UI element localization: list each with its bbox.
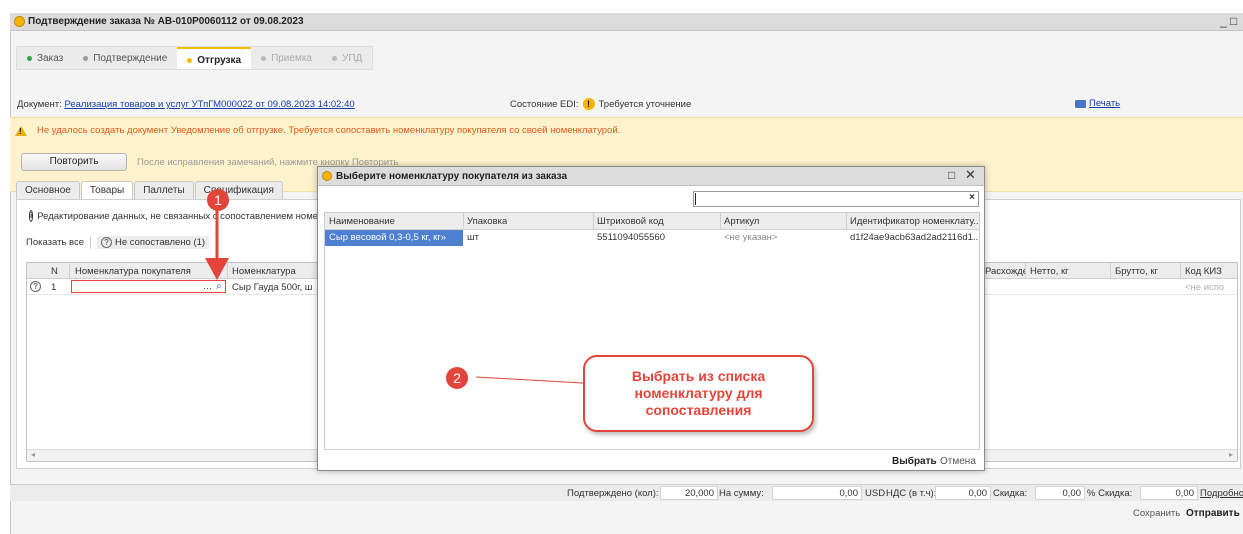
annotation-layer — [205, 200, 601, 385]
marker-2: 2 — [446, 367, 468, 389]
marker-1: 1 — [207, 189, 229, 211]
arrow-1-head-icon — [205, 258, 229, 280]
instruction-callout: Выбрать из списка номенклатуру для сопос… — [583, 355, 814, 432]
callout-pointer — [475, 376, 601, 385]
